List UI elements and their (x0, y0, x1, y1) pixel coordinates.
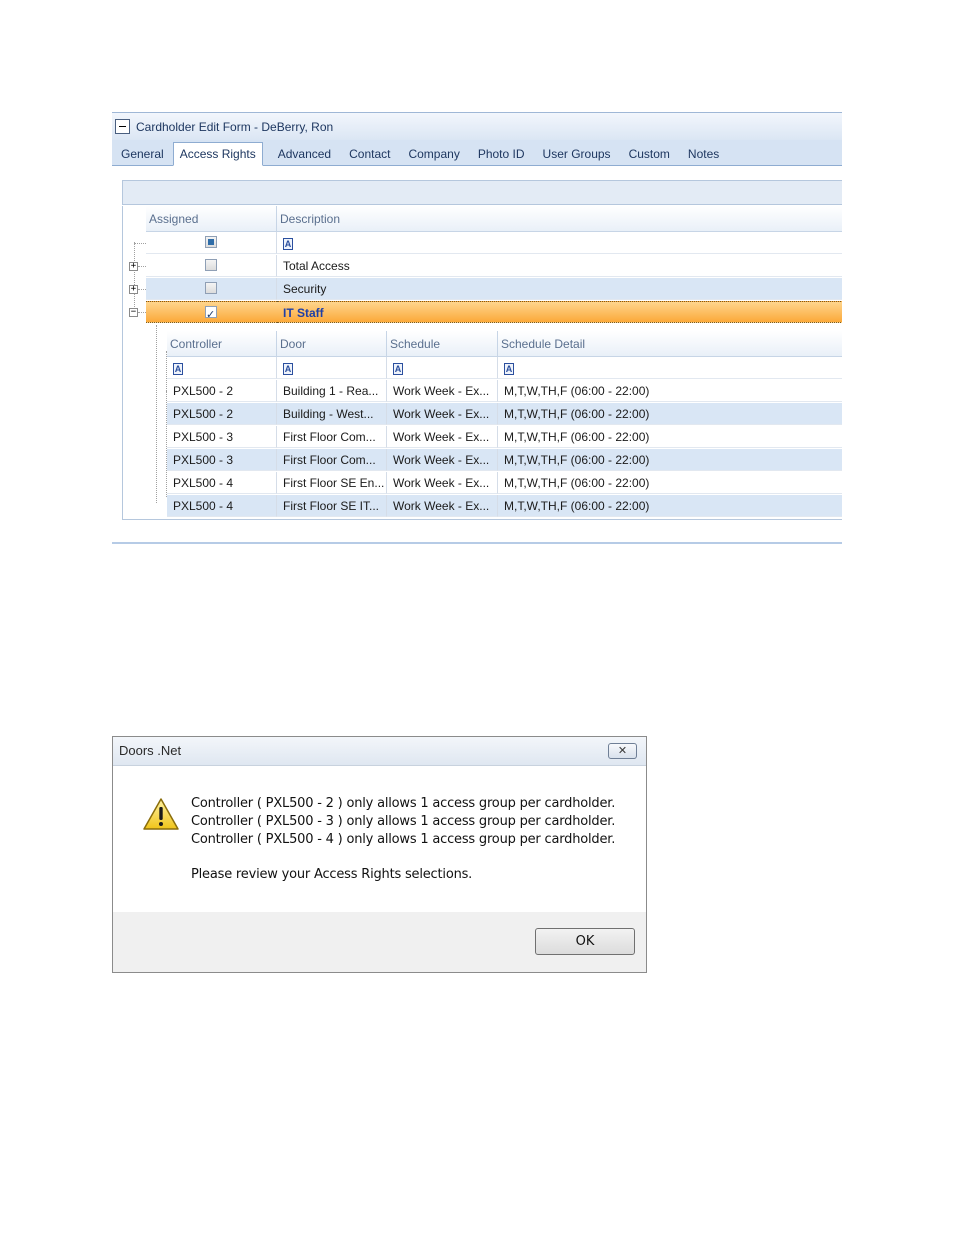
description-cell-selected[interactable]: IT Staff (277, 301, 842, 323)
filter-cell-controller[interactable]: A (167, 357, 277, 379)
tab-photo-id[interactable]: Photo ID (469, 143, 534, 165)
minus-icon (119, 126, 126, 127)
expand-icon[interactable]: + (129, 262, 138, 271)
filter-cell-schedule-detail[interactable]: A (498, 357, 842, 379)
column-header-schedule[interactable]: Schedule (387, 331, 498, 357)
filter-cell-door[interactable]: A (277, 357, 387, 379)
dialog-message-line: Controller ( PXL500 - 2 ) only allows 1 … (191, 796, 616, 811)
column-header-assigned[interactable]: Assigned (146, 206, 277, 232)
schedule-cell[interactable]: Work Week - Ex... (387, 449, 498, 471)
tab-notes[interactable]: Notes (679, 143, 728, 165)
assigned-checkbox[interactable] (205, 259, 217, 271)
tab-custom[interactable]: Custom (620, 143, 679, 165)
tab-advanced[interactable]: Advanced (269, 143, 340, 165)
expand-icon[interactable]: + (129, 285, 138, 294)
assigned-cell-selected[interactable] (146, 301, 277, 323)
assigned-checkbox-checked[interactable] (205, 304, 217, 322)
door-cell[interactable]: First Floor Com... (277, 449, 387, 471)
filter-cell-schedule[interactable]: A (387, 357, 498, 379)
controller-cell[interactable]: PXL500 - 2 (167, 380, 277, 402)
warning-icon (143, 798, 179, 830)
door-cell[interactable]: Building - West... (277, 403, 387, 425)
filter-assigned-checkbox[interactable] (205, 236, 217, 248)
form-title: Cardholder Edit Form - DeBerry, Ron (136, 119, 334, 134)
schedule-cell[interactable]: Work Week - Ex... (387, 472, 498, 494)
schedule-cell[interactable]: Work Week - Ex... (387, 403, 498, 425)
dialog-footer: OK (113, 912, 646, 972)
group-by-panel (122, 180, 842, 205)
schedule-cell[interactable]: Work Week - Ex... (387, 495, 498, 517)
dialog-body: Controller ( PXL500 - 2 ) only allows 1 … (113, 766, 646, 911)
tab-contact[interactable]: Contact (340, 143, 399, 165)
collapse-button[interactable] (115, 119, 130, 134)
filter-icon[interactable]: A (283, 362, 293, 375)
filter-icon[interactable]: A (393, 362, 403, 375)
schedule-detail-cell[interactable]: M,T,W,TH,F (06:00 - 22:00) (498, 426, 842, 448)
tree-line (138, 289, 146, 290)
tree-line (156, 325, 157, 503)
schedule-detail-cell[interactable]: M,T,W,TH,F (06:00 - 22:00) (498, 449, 842, 471)
dialog-prompt: Please review your Access Rights selecti… (191, 867, 473, 882)
door-cell[interactable]: First Floor SE IT... (277, 495, 387, 517)
tab-general[interactable]: General (112, 143, 173, 165)
assigned-checkbox[interactable] (205, 282, 217, 294)
filter-icon[interactable]: A (504, 362, 514, 375)
column-header-description[interactable]: Description (277, 206, 842, 232)
schedule-detail-cell[interactable]: M,T,W,TH,F (06:00 - 22:00) (498, 472, 842, 494)
access-groups-grid: Assigned Description A + Total Access + (122, 206, 842, 520)
filter-cell-description[interactable]: A (277, 232, 842, 254)
description-cell[interactable]: Security (277, 278, 842, 300)
description-cell[interactable]: Total Access (277, 255, 842, 277)
tree-line (138, 312, 146, 313)
dialog-message-line: Controller ( PXL500 - 3 ) only allows 1 … (191, 814, 616, 829)
tab-access-rights[interactable]: Access Rights (172, 142, 263, 166)
assigned-cell[interactable] (146, 278, 277, 300)
dialog-title: Doors .Net (119, 743, 182, 758)
close-icon[interactable]: ✕ (608, 743, 637, 759)
tree-line (134, 242, 135, 315)
cardholder-edit-form: Cardholder Edit Form - DeBerry, Ron Gene… (112, 112, 842, 544)
warning-dialog: Doors .Net ✕ Controller ( PXL500 - 2 ) o… (112, 736, 647, 973)
tab-user-groups[interactable]: User Groups (534, 143, 620, 165)
filter-icon[interactable]: A (283, 237, 293, 250)
ok-button[interactable]: OK (535, 928, 635, 955)
access-rights-panel: Assigned Description A + Total Access + (112, 166, 842, 542)
form-title-bar: Cardholder Edit Form - DeBerry, Ron (112, 113, 842, 140)
assigned-cell[interactable] (146, 255, 277, 277)
dialog-title-bar: Doors .Net ✕ (113, 737, 646, 766)
controller-cell[interactable]: PXL500 - 3 (167, 426, 277, 448)
tree-line (138, 266, 146, 267)
column-header-controller[interactable]: Controller (167, 331, 277, 357)
schedule-detail-cell[interactable]: M,T,W,TH,F (06:00 - 22:00) (498, 403, 842, 425)
door-cell[interactable]: Building 1 - Rea... (277, 380, 387, 402)
tab-strip: General Access Rights Advanced Contact C… (112, 141, 842, 166)
column-header-schedule-detail[interactable]: Schedule Detail (498, 331, 842, 357)
controller-cell[interactable]: PXL500 - 4 (167, 495, 277, 517)
door-cell[interactable]: First Floor Com... (277, 426, 387, 448)
collapse-row-icon[interactable]: − (129, 308, 138, 317)
controller-cell[interactable]: PXL500 - 3 (167, 449, 277, 471)
column-header-door[interactable]: Door (277, 331, 387, 357)
filter-cell-assigned[interactable] (146, 232, 277, 254)
tree-line (134, 243, 146, 244)
controller-cell[interactable]: PXL500 - 4 (167, 472, 277, 494)
dialog-message-line: Controller ( PXL500 - 4 ) only allows 1 … (191, 832, 616, 847)
door-cell[interactable]: First Floor SE En... (277, 472, 387, 494)
schedule-detail-cell[interactable]: M,T,W,TH,F (06:00 - 22:00) (498, 495, 842, 517)
schedule-cell[interactable]: Work Week - Ex... (387, 426, 498, 448)
filter-icon[interactable]: A (173, 362, 183, 375)
schedule-cell[interactable]: Work Week - Ex... (387, 380, 498, 402)
tab-company[interactable]: Company (399, 143, 468, 165)
schedule-detail-cell[interactable]: M,T,W,TH,F (06:00 - 22:00) (498, 380, 842, 402)
controller-cell[interactable]: PXL500 - 2 (167, 403, 277, 425)
